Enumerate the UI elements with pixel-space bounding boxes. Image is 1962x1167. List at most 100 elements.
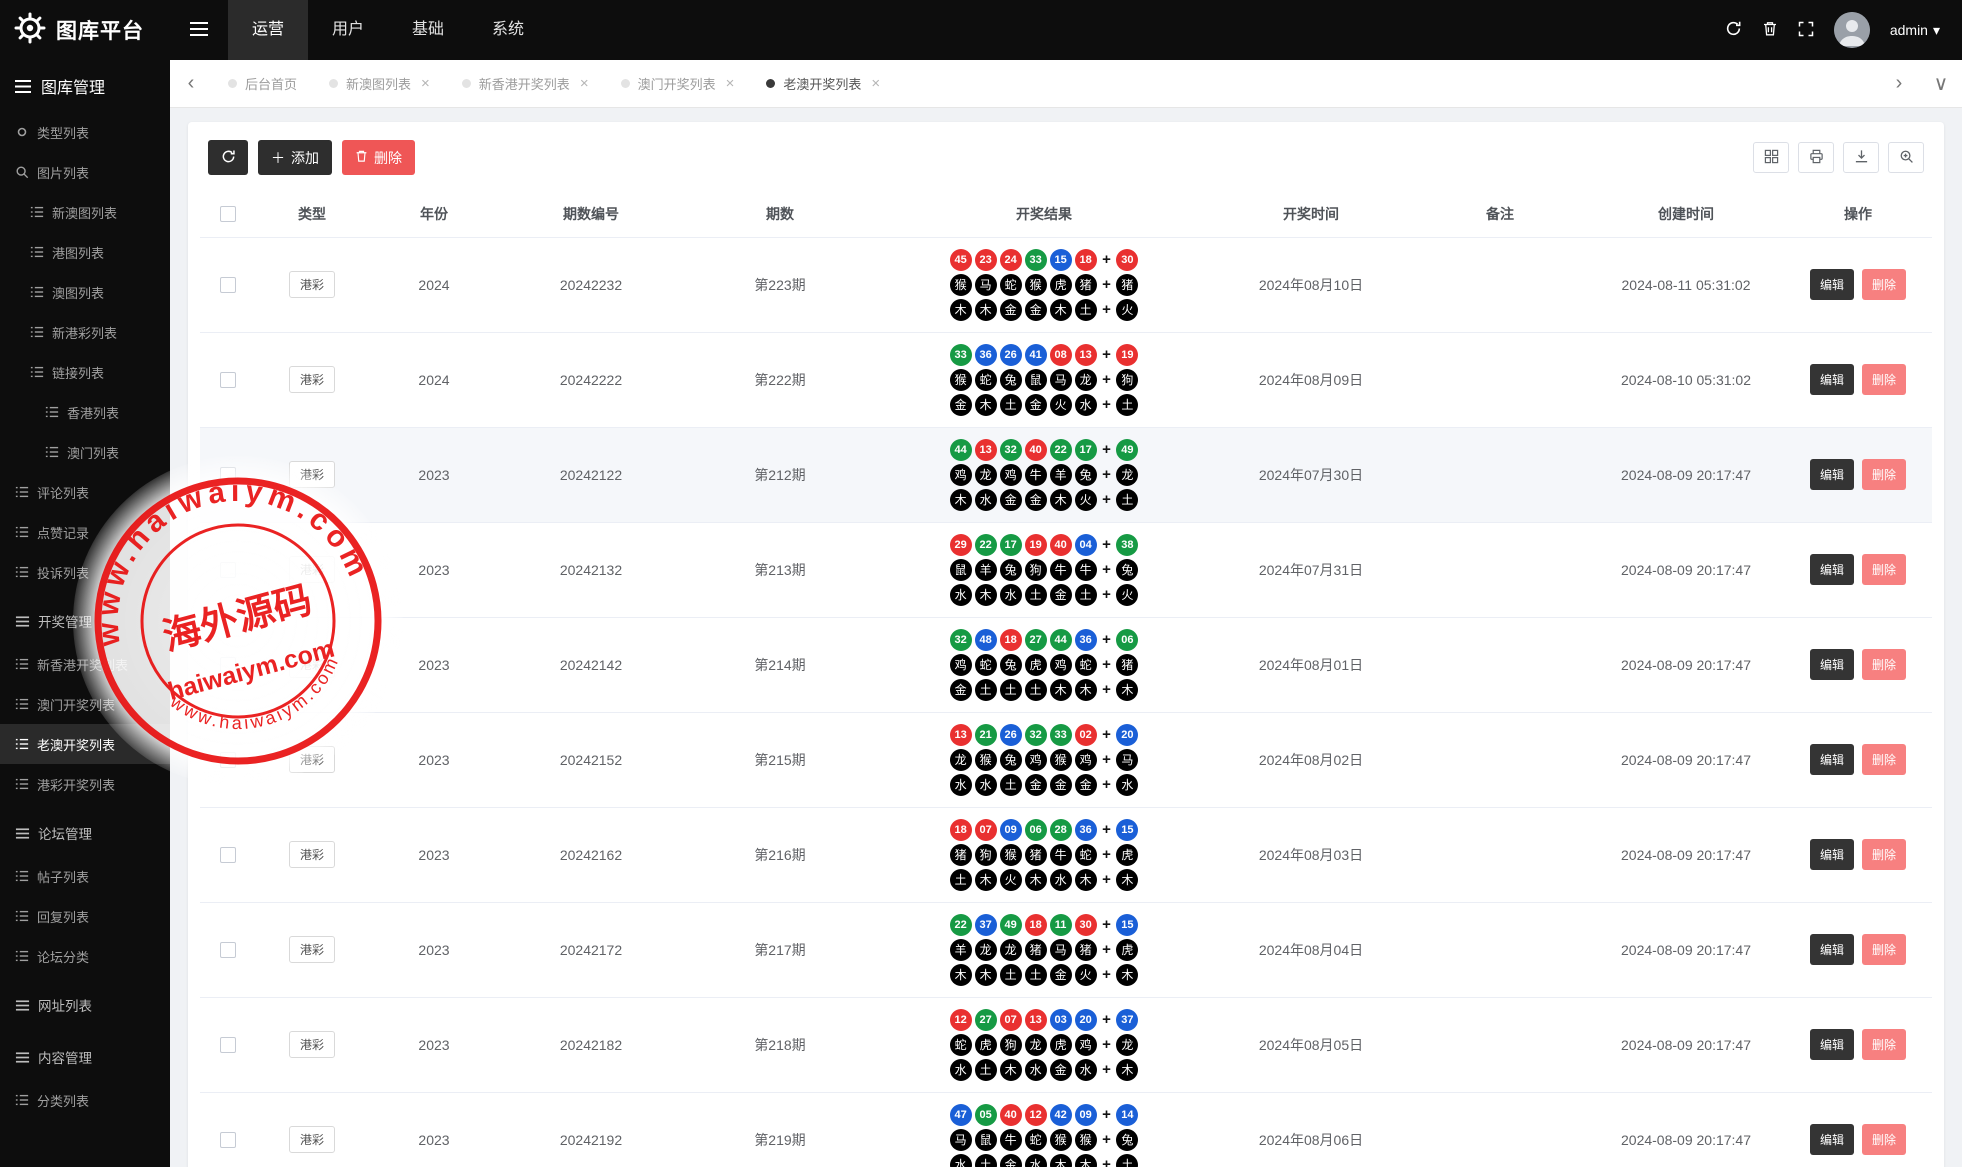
tab-close-icon[interactable]: × [421,75,430,92]
sidebar-item[interactable]: 评论列表 [0,472,170,512]
delete-row-button[interactable]: 删除 [1862,649,1907,680]
delete-row-button[interactable]: 删除 [1862,839,1907,870]
delete-row-button[interactable]: 删除 [1862,1124,1907,1155]
created-cell: 2024-08-09 20:17:47 [1588,902,1784,998]
sidebar-item[interactable]: 老澳开奖列表 [0,724,170,764]
sidebar-item[interactable]: 开奖管理 [0,598,170,644]
tab-item[interactable]: 新香港开奖列表 × [446,60,605,107]
sidebar-item[interactable]: 帖子列表 [0,856,170,896]
element-pill: 土 [999,393,1022,416]
tab-close-icon[interactable]: × [726,75,735,92]
refresh-button[interactable] [1725,20,1742,40]
row-checkbox[interactable] [220,562,236,579]
fullscreen-button[interactable] [1798,21,1814,40]
delete-row-button[interactable]: 删除 [1862,554,1907,585]
row-checkbox[interactable] [220,1132,236,1149]
sidebar-item[interactable]: 新澳图列表 [0,192,170,232]
row-checkbox[interactable] [220,1037,236,1054]
edit-button[interactable]: 编辑 [1809,554,1854,585]
edit-button[interactable]: 编辑 [1809,1029,1854,1060]
lottery-ball: 28 [1049,818,1072,841]
tab-item[interactable]: 新澳图列表 × [313,60,446,107]
tab-item[interactable]: 后台首页 [212,60,313,107]
edit-button[interactable]: 编辑 [1809,744,1854,775]
delete-row-button[interactable]: 删除 [1862,1029,1907,1060]
tab-close-icon[interactable]: × [580,75,589,92]
topnav-item[interactable]: 基础 [388,0,468,60]
topnav-item[interactable]: 系统 [468,0,548,60]
app-title: 图库平台 [56,20,144,43]
sidebar-item[interactable]: 点赞记录 [0,512,170,552]
delete-row-button[interactable]: 删除 [1862,459,1907,490]
delete-row-button[interactable]: 删除 [1862,744,1907,775]
edit-button[interactable]: 编辑 [1809,934,1854,965]
sidebar-item[interactable]: 澳图列表 [0,272,170,312]
delete-button[interactable]: 删除 [342,140,415,175]
row-checkbox[interactable] [220,372,236,389]
delete-row-button[interactable]: 删除 [1862,364,1907,395]
select-all-checkbox[interactable] [220,206,236,223]
lottery-ball: 49 [1116,438,1139,461]
export-button[interactable] [1843,142,1879,173]
user-menu[interactable]: admin ▾ [1890,22,1940,39]
search-button[interactable] [1888,142,1924,173]
sidebar: 图库管理 类型列表 图片列表 新澳图列表 港图列表 澳图列表 新港彩列表 链接列表 香港列表澳… [0,60,170,1167]
result-line: 鸡龙鸡牛羊兔 + 龙 [878,462,1210,487]
print-button[interactable] [1798,142,1834,173]
tab-item[interactable]: 澳门开奖列表 × [605,60,751,107]
sidebar-item[interactable]: 论坛管理 [0,810,170,856]
sidebar-item[interactable]: 论坛分类 [0,936,170,976]
row-checkbox[interactable] [220,752,236,769]
sidebar-item[interactable]: 类型列表 [0,112,170,152]
row-checkbox[interactable] [220,657,236,674]
columns-button[interactable] [1753,142,1789,173]
sidebar-item[interactable]: 澳门列表 [0,432,170,472]
sidebar-item[interactable]: 新香港开奖列表 [0,644,170,684]
element-pill: 木 [1024,868,1047,891]
edit-button[interactable]: 编辑 [1809,839,1854,870]
sidebar-collapse-button[interactable] [170,0,228,60]
sidebar-item[interactable]: 链接列表 [0,352,170,392]
sidebar-item[interactable]: 港图列表 [0,232,170,272]
tab-close-icon[interactable]: × [871,75,880,92]
sidebar-item[interactable]: 回复列表 [0,896,170,936]
tabs-menu-button[interactable]: ∨ [1920,60,1962,107]
row-checkbox[interactable] [220,277,236,294]
edit-button[interactable]: 编辑 [1809,364,1854,395]
sidebar-item[interactable]: 内容管理 [0,1034,170,1080]
avatar[interactable] [1833,12,1870,48]
delete-row-button[interactable]: 删除 [1862,269,1907,300]
list-icon [30,245,44,259]
tabs-scroll-right-button[interactable]: › [1878,60,1920,107]
brand[interactable]: 图库平台 [0,12,170,49]
topnav-item[interactable]: 运营 [228,0,309,60]
edit-button[interactable]: 编辑 [1809,269,1854,300]
tabs-scroll-left-button[interactable]: ‹ [170,60,212,107]
type-badge: 港彩 [288,841,335,868]
edit-button[interactable]: 编辑 [1809,1124,1854,1155]
table-refresh-button[interactable] [208,140,248,175]
sidebar-item[interactable]: 新港彩列表 [0,312,170,352]
add-button[interactable]: ＋添加 [258,140,332,175]
trash-icon [355,149,368,166]
sidebar-item[interactable]: 图片列表 [0,152,170,192]
edit-button[interactable]: 编辑 [1809,649,1854,680]
sidebar-item[interactable]: 投诉列表 [0,552,170,592]
sidebar-item[interactable]: 香港列表 [0,392,170,432]
sidebar-item[interactable]: 澳门开奖列表 [0,684,170,724]
result-line: 羊龙龙猪马猪 + 虎 [878,937,1210,962]
sidebar-item[interactable]: 网址列表 [0,982,170,1028]
zodiac-pill: 蛇 [1074,653,1097,676]
tab-item[interactable]: 老澳开奖列表 × [750,60,896,107]
column-header: 期数 [682,191,878,238]
delete-row-button[interactable]: 删除 [1862,934,1907,965]
row-checkbox[interactable] [220,847,236,864]
edit-button[interactable]: 编辑 [1809,459,1854,490]
sidebar-item[interactable]: 分类列表 [0,1080,170,1120]
clear-cache-button[interactable] [1762,20,1778,40]
row-checkbox[interactable] [220,467,236,484]
row-checkbox[interactable] [220,942,236,959]
topnav-item[interactable]: 用户 [308,0,388,60]
sidebar-header[interactable]: 图库管理 [0,60,170,112]
sidebar-item[interactable]: 港彩开奖列表 [0,764,170,804]
